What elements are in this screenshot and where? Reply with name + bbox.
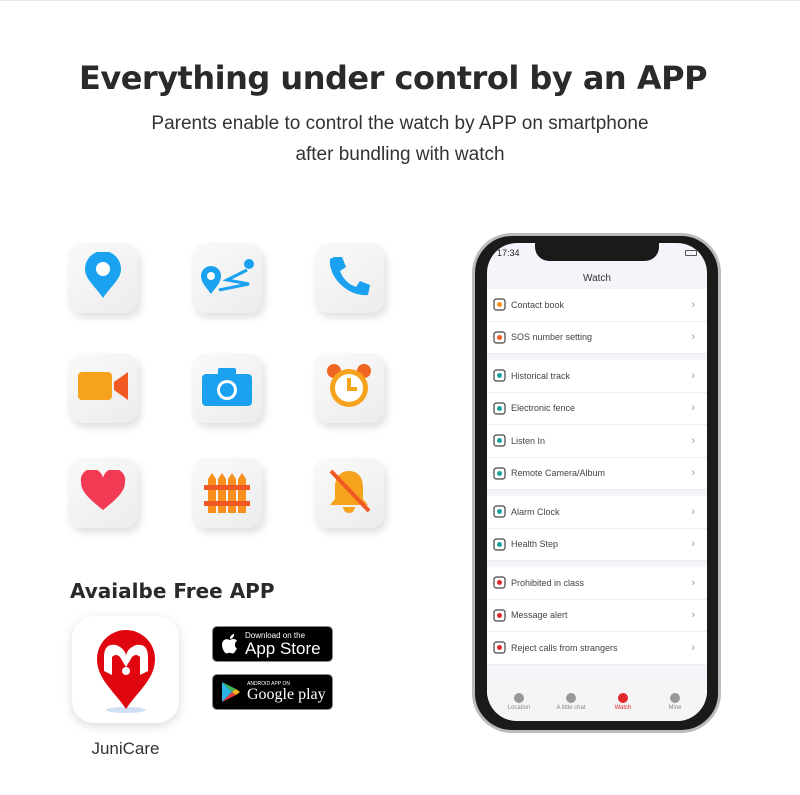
chevron-right-icon: › [691, 434, 695, 447]
list-item[interactable]: Message alert › [487, 599, 707, 632]
feature-tile-location-pin [68, 243, 138, 313]
status-time: 17:34 [497, 248, 520, 258]
list-item[interactable]: Electronic fence › [487, 392, 707, 425]
feature-tile-fence [192, 458, 262, 528]
chevron-right-icon: › [691, 331, 695, 344]
feature-tile-video-camera [68, 353, 138, 423]
shoe-icon [492, 537, 506, 551]
feature-tile-alarm-clock [314, 353, 384, 423]
prohibited-class-icon [492, 576, 506, 590]
junicare-app-icon[interactable] [72, 616, 179, 723]
nav-tab-a-little-chat[interactable]: A little chat [546, 692, 596, 711]
nav-label: Watch [614, 704, 632, 711]
feature-tile-bell-off [314, 458, 384, 528]
phone-screen: 17:34 Watch Contact book › SOS number sett… [487, 243, 707, 721]
google-big-text: Google play [247, 685, 326, 703]
nav-icon [670, 692, 680, 703]
list-item-label: SOS number setting [511, 332, 593, 343]
subtitle-line-1: Parents enable to control the watch by A… [151, 113, 649, 134]
list-item-label: Listen In [511, 435, 546, 446]
chevron-right-icon: › [691, 641, 695, 654]
contact-book-icon [492, 298, 506, 312]
feature-tile-route [192, 243, 262, 313]
camera-icon [492, 466, 506, 480]
fence-pentagon-icon [492, 401, 506, 415]
google-play-icon [222, 682, 240, 702]
nav-tab-watch[interactable]: Watch [598, 692, 648, 711]
nav-label: A little chat [556, 704, 586, 711]
headphones-icon [492, 434, 506, 448]
nav-icon [618, 692, 628, 703]
available-title: Avaialbe Free APP [70, 579, 275, 603]
fence-icon [204, 469, 250, 518]
location-pin-icon [81, 250, 125, 305]
list-item-label: Message alert [511, 610, 568, 621]
notch [535, 243, 659, 261]
nav-icon [566, 692, 576, 703]
list-item-label: Prohibited in class [511, 577, 585, 588]
video-camera-icon [78, 370, 128, 407]
page-title: Everything under control by an APP [78, 59, 708, 97]
google-play-badge[interactable]: ANDROID APP ON Google play [212, 674, 333, 710]
list-item[interactable]: Reject calls from strangers › [487, 632, 707, 665]
chevron-right-icon: › [691, 505, 695, 518]
alarm-clock-icon [325, 362, 373, 415]
list-item-label: Remote Camera/Album [511, 468, 606, 479]
chevron-right-icon: › [691, 609, 695, 622]
list-item-label: Health Step [511, 539, 559, 550]
list-item-label: Alarm Clock [511, 506, 560, 517]
nav-label: Mine [668, 704, 682, 711]
chevron-right-icon: › [691, 369, 695, 382]
bottom-nav: Location A little chat Watch Mine [487, 681, 707, 721]
list-item[interactable]: Alarm Clock › [487, 496, 707, 529]
list-item[interactable]: Prohibited in class › [487, 567, 707, 600]
chevron-right-icon: › [691, 298, 695, 311]
bell-off-icon [327, 467, 371, 520]
apple-icon [222, 634, 237, 654]
subtitle-line-2: after bundling with watch [295, 144, 505, 165]
chevron-right-icon: › [691, 402, 695, 415]
feature-tile-phone [314, 243, 384, 313]
alarm-clock-icon [492, 505, 506, 519]
reject-call-icon [492, 641, 506, 655]
sos-alarm-icon [492, 330, 506, 344]
list-item-label: Reject calls from strangers [511, 642, 618, 653]
list-item[interactable]: Historical track › [487, 360, 707, 393]
nav-icon [514, 692, 524, 703]
feature-tile-heart [68, 458, 138, 528]
screen-header: Watch [583, 273, 611, 284]
app-store-badge[interactable]: Download on the App Store [212, 626, 333, 662]
track-icon [492, 369, 506, 383]
list-item[interactable]: Contact book › [487, 289, 707, 322]
battery-icon [685, 250, 697, 256]
heart-icon [80, 468, 126, 517]
list-item[interactable]: Remote Camera/Album › [487, 457, 707, 490]
nav-label: Location [507, 704, 531, 711]
list-item-label: Electronic fence [511, 403, 576, 414]
list-item[interactable]: Health Step › [487, 528, 707, 561]
route-icon [199, 254, 255, 303]
phone-icon [326, 253, 372, 304]
settings-list: Contact book › SOS number setting › Historic… [487, 289, 707, 671]
nav-tab-mine[interactable]: Mine [650, 692, 700, 711]
list-item-label: Historical track [511, 370, 571, 381]
chevron-right-icon: › [691, 576, 695, 589]
feature-tile-camera [192, 353, 262, 423]
list-item[interactable]: Listen In › [487, 425, 707, 458]
appstore-big-text: App Store [245, 638, 321, 658]
list-item[interactable]: SOS number setting › [487, 321, 707, 354]
message-icon [492, 608, 506, 622]
chevron-right-icon: › [691, 467, 695, 480]
app-name: JuniCare [91, 739, 160, 758]
list-item-label: Contact book [511, 299, 565, 310]
chevron-right-icon: › [691, 538, 695, 551]
camera-icon [202, 366, 252, 411]
nav-tab-location[interactable]: Location [494, 692, 544, 711]
